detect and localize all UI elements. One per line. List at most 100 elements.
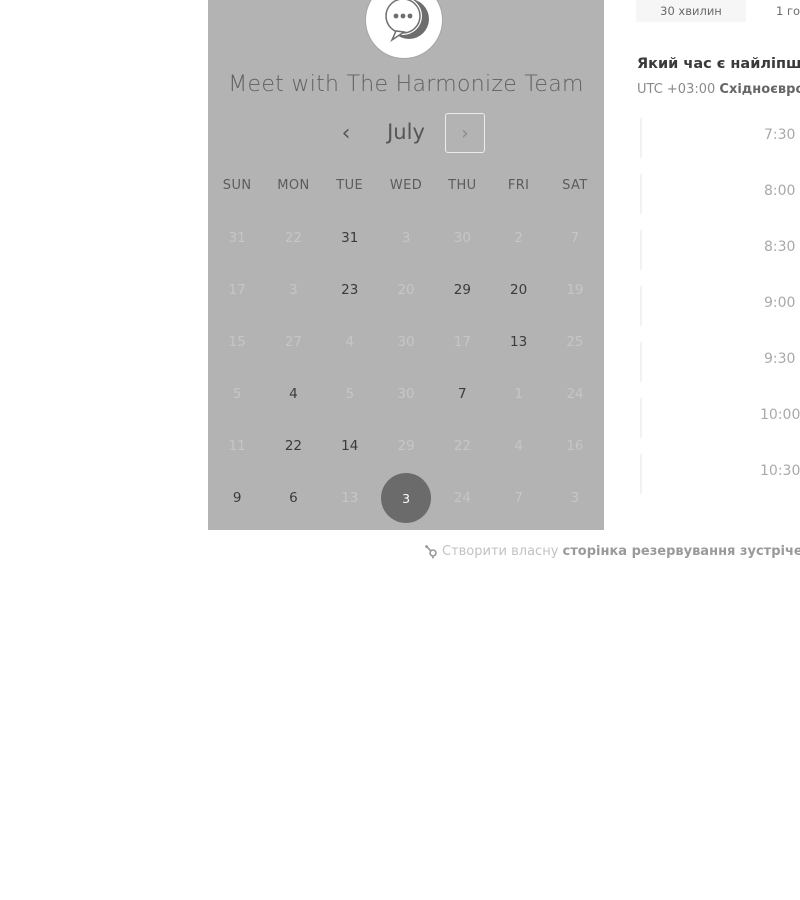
time-slot[interactable]: 8:00 [640,174,800,214]
calendar-day[interactable]: 23 [322,264,378,316]
calendar-day[interactable]: 4 [265,368,321,420]
calendar-day-selected[interactable]: 3 [378,472,434,524]
calendar-day: 5 [322,368,378,420]
calendar-day: 4 [322,316,378,368]
calendar-day: 24 [547,368,603,420]
calendar-day[interactable]: 22 [265,420,321,472]
weekday-label: THU [448,178,477,193]
calendar-day-number: 20 [510,282,528,298]
calendar-day: 16 [547,420,603,472]
calendar-day-number: 31 [228,230,246,246]
calendar-day: 24 [434,472,490,524]
calendar-day[interactable]: 29 [434,264,490,316]
time-slot[interactable]: 9:00 [640,286,800,326]
timezone-selector[interactable]: UTC +03:00 Східноєвро [637,82,800,97]
time-slot-label: 7:30 [764,127,796,143]
calendar-day-number: 4 [289,386,298,402]
weekday-label: WED [389,178,423,193]
time-slot-label: 9:30 [764,351,796,367]
duration-tab-30-min[interactable]: 30 хвилин [636,0,746,22]
calendar-day: 15 [209,316,265,368]
footer-text-light: Створити власну [442,544,559,559]
weekday-label: TUE [336,178,364,193]
calendar-day: 17 [209,264,265,316]
month-navigation: ‹ July › [208,112,604,156]
calendar-day: 22 [434,420,490,472]
duration-tab-1-hour[interactable]: 1 год [754,0,800,22]
calendar-day-number: 3 [401,230,411,246]
prev-month-button[interactable]: ‹ [332,116,360,150]
time-slot-label: 8:00 [764,183,796,199]
calendar-day[interactable]: 31 [322,212,378,264]
calendar-day-number: 30 [397,334,415,350]
weekday-label: MON [277,178,310,193]
calendar-day-number: 22 [453,438,471,454]
time-slot[interactable]: 10:00 [640,398,800,438]
calendar-day: 11 [209,420,265,472]
calendar-day: 19 [547,264,603,316]
next-month-button[interactable]: › [445,113,485,153]
sprocket-icon [425,545,437,559]
calendar-day-number: 3 [570,490,580,506]
chat-bubble-icon [384,0,429,43]
calendar-day[interactable]: 13 [490,316,546,368]
calendar-day: 30 [378,316,434,368]
time-slot-label: 9:00 [764,295,796,311]
calendar-day-number: 2 [514,230,523,246]
time-slot[interactable]: 9:30 [640,342,800,382]
time-slot-label: 8:30 [764,239,796,255]
timezone-name: Східноєвро [719,82,800,97]
calendar-day-number: 7 [458,386,467,402]
time-slot[interactable]: 8:30 [640,230,800,270]
calendar-day: 7 [547,212,603,264]
calendar-day: 4 [490,420,546,472]
calendar-day: 22 [265,212,321,264]
company-logo [366,0,442,58]
calendar-day[interactable]: 6 [265,472,321,524]
calendar-day-number: 24 [566,386,584,402]
calendar-day-number: 15 [228,334,246,350]
calendar-day-number: 17 [228,282,246,298]
calendar-day: 3 [265,264,321,316]
calendar-day-number: 22 [284,230,303,246]
calendar-day-number: 13 [341,490,359,506]
time-slot[interactable]: 7:30 [640,118,800,158]
calendar-day[interactable]: 20 [490,264,546,316]
calendar-day-number: 9 [232,490,242,506]
calendar-day-number: 25 [566,334,584,350]
create-booking-page-link[interactable]: Створити власну сторінка резервування зу… [424,544,800,559]
calendar-day[interactable]: 9 [209,472,265,524]
calendar-day: 17 [434,316,490,368]
calendar-day-number: 7 [570,230,580,246]
calendar-day: 13 [322,472,378,524]
booking-card: Meet with The Harmonize Team ‹ July › SU… [0,0,800,535]
time-slot-label: 10:30 [760,463,800,479]
calendar-day-number: 17 [453,334,471,350]
chevron-right-icon: › [461,122,469,144]
calendar-day-number: 19 [566,282,584,298]
calendar-day-number: 7 [514,490,523,506]
calendar-day-number: 30 [397,386,415,402]
weekday-label: SUN [222,178,252,193]
calendar-day-number: 6 [289,490,298,506]
calendar-day-number: 27 [284,334,303,350]
time-slot[interactable]: 10:30 [640,454,800,494]
time-slot-label: 10:00 [760,407,800,423]
calendar-day-number: 14 [341,438,359,454]
calendar-day-number: 29 [453,282,471,298]
meeting-title: Meet with The Harmonize Team [228,72,584,97]
calendar-day: 31 [209,212,265,264]
calendar-day: 30 [434,212,490,264]
calendar-day: 7 [490,472,546,524]
chevron-left-icon: ‹ [341,120,351,146]
time-question-heading: Який час є найліпши [637,56,800,72]
calendar-day: 29 [378,420,434,472]
weekday-header: SUN MON TUE WED THU FRI SAT [209,178,603,196]
duration-tabs: 30 хвилин 1 год [636,0,800,22]
calendar-day[interactable]: 7 [434,368,490,420]
calendar-day: 5 [209,368,265,420]
calendar-day-number: 30 [453,230,471,246]
footer-text-bold: сторінка резервування зустрічей [562,544,800,559]
calendar-day[interactable]: 14 [322,420,378,472]
calendar-day: 27 [265,316,321,368]
